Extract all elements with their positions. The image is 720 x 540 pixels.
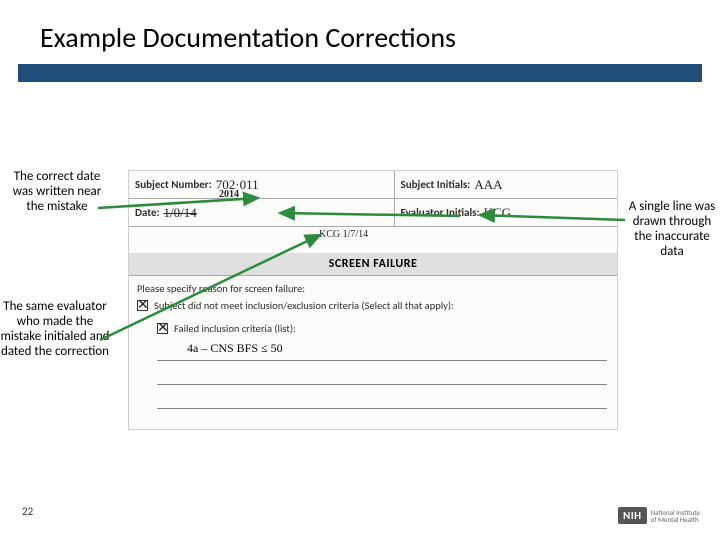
caption-same-evaluator: The same evaluator who made the mistake … — [0, 300, 110, 360]
subject-initials-label: Subject Initials: — [401, 178, 471, 191]
evaluator-initials-label: Evaluator Initials: — [401, 206, 480, 219]
writein-line-2 — [157, 365, 607, 385]
date-value-struck: 1/0/14 — [164, 205, 197, 221]
page-number: 22 — [22, 505, 33, 518]
caption-single-line: A single line was drawn through the inac… — [627, 200, 717, 260]
nih-badge: NIH — [618, 507, 647, 524]
nih-logo: NIH National Institute of Mental Health — [618, 507, 700, 524]
slide-title: Example Documentation Corrections — [40, 20, 456, 55]
checkbox-failed-inclusion — [157, 323, 168, 334]
writein-line-3 — [157, 389, 607, 409]
screen-failure-banner: SCREEN FAILURE — [129, 253, 617, 276]
checkbox-not-meet-criteria — [137, 300, 148, 311]
correction-form: Subject Number: 702·011 Subject Initials… — [128, 170, 618, 430]
date-correction: 2014 — [219, 189, 239, 200]
correction-signature: KCG 1/7/14 — [319, 229, 368, 240]
caption-correct-date: The correct date was written near the mi… — [8, 170, 106, 215]
subject-initials-value: AAA — [474, 177, 502, 193]
writein-line-1: 4a – CNS BFS ≤ 50 — [157, 341, 607, 361]
checkbox-label-failed-inclusion: Failed inclusion criteria (list): — [174, 322, 296, 335]
reason-prompt: Please specify reason for screen failure… — [129, 276, 617, 297]
checkbox-label-not-meet: Subject did not meet inclusion/exclusion… — [154, 299, 454, 312]
date-label: Date: — [135, 206, 160, 219]
subject-number-label: Subject Number: — [135, 178, 212, 191]
nih-text-line2: of Mental Health — [651, 516, 700, 523]
title-underline — [18, 64, 702, 82]
evaluator-initials-value: KCG — [484, 205, 511, 221]
